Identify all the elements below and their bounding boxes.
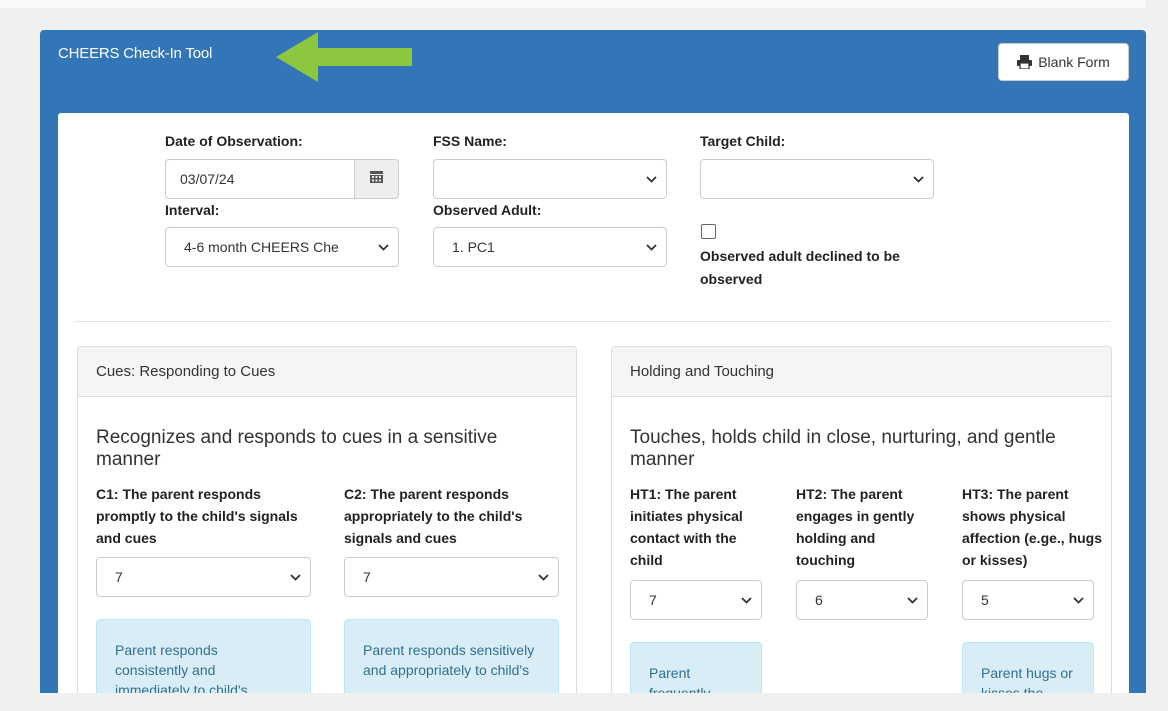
chevron-down-icon — [636, 175, 666, 183]
observed-adult-label: Observed Adult: — [433, 202, 542, 218]
holding-panel: Holding and Touching Touches, holds chil… — [611, 346, 1112, 711]
ht2-value: 6 — [815, 592, 823, 608]
observed-adult-select[interactable]: 1. PC1 — [433, 227, 667, 267]
date-input[interactable]: 03/07/24 — [165, 159, 354, 199]
declined-label: Observed adult declined to be observed — [700, 248, 900, 287]
chevron-down-icon — [731, 596, 761, 604]
c1-label: C1: The parent responds promptly to the … — [96, 486, 298, 546]
page-title: CHEERS Check-In Tool — [58, 45, 213, 62]
blank-form-button[interactable]: Blank Form — [998, 43, 1129, 81]
declined-checkbox[interactable] — [701, 224, 716, 239]
right-margin — [1146, 0, 1168, 711]
fss-name-select[interactable] — [433, 159, 667, 199]
chevron-down-icon — [636, 243, 666, 251]
chevron-down-icon — [1063, 596, 1093, 604]
observed-adult-value: 1. PC1 — [452, 239, 495, 255]
ht1-select[interactable]: 7 — [630, 580, 762, 620]
c2-value: 7 — [363, 569, 371, 585]
print-icon — [1017, 55, 1033, 69]
holding-subheading: Touches, holds child in close, nurturing… — [630, 427, 1056, 470]
interval-select[interactable]: 4-6 month CHEERS Che — [165, 227, 399, 267]
fss-name-label: FSS Name: — [433, 133, 507, 149]
page: CHEERS Check-In Tool Blank Form Date of … — [0, 0, 1168, 711]
ht1-label: HT1: The parent initiates physical conta… — [630, 486, 743, 568]
chevron-down-icon — [897, 596, 927, 604]
top-strip — [0, 0, 1168, 8]
arrow-left-icon — [276, 32, 412, 82]
chevron-down-icon — [280, 573, 310, 581]
form-container: Date of Observation: FSS Name: Target Ch… — [57, 112, 1130, 711]
ht1-value: 7 — [649, 592, 657, 608]
cues-subheading: Recognizes and responds to cues in a sen… — [96, 427, 498, 470]
c2-select[interactable]: 7 — [344, 557, 559, 597]
cues-panel-heading: Cues: Responding to Cues — [78, 347, 576, 397]
date-field: 03/07/24 — [165, 159, 399, 199]
c2-label: C2: The parent responds appropriately to… — [344, 486, 523, 546]
c1-select[interactable]: 7 — [96, 557, 311, 597]
interval-value: 4-6 month CHEERS Che — [184, 239, 339, 255]
ht3-select[interactable]: 5 — [962, 580, 1094, 620]
calendar-icon — [370, 170, 383, 188]
target-child-select[interactable] — [700, 159, 934, 199]
c1-value: 7 — [115, 569, 123, 585]
ht3-label: HT3: The parent shows physical affection… — [962, 486, 1103, 568]
ht2-select[interactable]: 6 — [796, 580, 928, 620]
date-label: Date of Observation: — [165, 133, 303, 149]
bottom-margin — [0, 693, 1168, 711]
interval-label: Interval: — [165, 202, 220, 218]
ht3-value: 5 — [981, 592, 989, 608]
blank-form-label: Blank Form — [1038, 54, 1110, 70]
chevron-down-icon — [368, 243, 398, 251]
chevron-down-icon — [528, 573, 558, 581]
ht2-label: HT2: The parent engages in gently holdin… — [796, 486, 915, 568]
cues-panel: Cues: Responding to Cues Recognizes and … — [77, 346, 577, 711]
chevron-down-icon — [903, 175, 933, 183]
tool-panel: CHEERS Check-In Tool Blank Form Date of … — [40, 30, 1146, 711]
divider — [75, 321, 1110, 322]
holding-panel-heading: Holding and Touching — [612, 347, 1111, 397]
target-child-label: Target Child: — [700, 133, 786, 149]
calendar-button[interactable] — [354, 159, 399, 199]
